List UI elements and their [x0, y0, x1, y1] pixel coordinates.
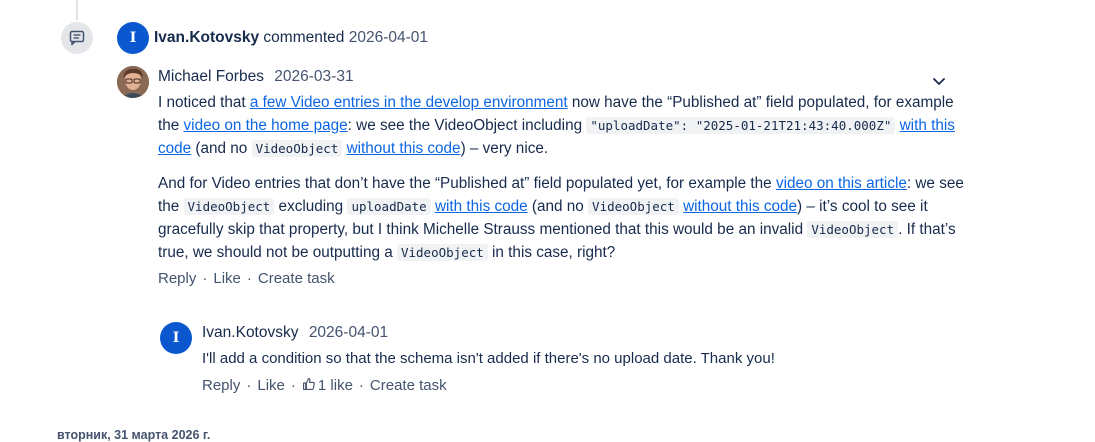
like-button[interactable]: Like [213, 270, 241, 287]
comment-header: Michael Forbes 2026-03-31 [158, 68, 354, 86]
reply-body: I'll add a condition so that the schema … [202, 350, 775, 367]
link[interactable]: with this code [435, 198, 528, 215]
link[interactable]: without this code [683, 198, 797, 215]
text: : we see the VideoObject including [347, 117, 587, 134]
comment-icon [61, 22, 93, 54]
link[interactable]: video on the home page [184, 117, 348, 134]
event-date: 2026-04-01 [348, 29, 429, 46]
text: And for Video entries that don’t have th… [158, 175, 776, 192]
reply-actions: Reply · Like · 1 like · Create task [202, 377, 447, 394]
reply-header: Ivan.Kotovsky 2026-04-01 [202, 324, 388, 342]
reply-author[interactable]: Ivan.Kotovsky [202, 324, 299, 341]
text: in this case, right? [487, 244, 616, 261]
avatar[interactable] [117, 66, 149, 98]
inline-code: VideoObject [183, 198, 275, 215]
create-task-button[interactable]: Create task [370, 377, 447, 394]
link[interactable]: video on this article [776, 175, 907, 192]
like-count-text: 1 like [317, 377, 353, 394]
reply-date: 2026-04-01 [308, 324, 389, 341]
inline-code: VideoObject [396, 244, 488, 261]
text: ) – very nice. [460, 140, 549, 157]
separator: · [358, 377, 364, 394]
separator: · [246, 377, 252, 394]
comment-author[interactable]: Michael Forbes [158, 68, 264, 85]
inline-code: VideoObject [807, 221, 899, 238]
comment-date: 2026-03-31 [274, 68, 354, 85]
timeline-line [76, 0, 78, 20]
text: (and no [527, 198, 589, 215]
create-task-button[interactable]: Create task [258, 270, 335, 287]
comment-paragraph: And for Video entries that don’t have th… [158, 172, 968, 264]
comment-paragraph: I noticed that a few Video entries in th… [158, 91, 968, 160]
separator: · [290, 377, 296, 394]
thumbs-up-icon [302, 377, 315, 390]
comment-body: I noticed that a few Video entries in th… [158, 91, 968, 276]
event-verb: commented [263, 29, 345, 46]
reply-button[interactable]: Reply [158, 270, 196, 287]
text: I noticed that [158, 94, 250, 111]
comment-actions: Reply · Like · Create task [158, 270, 335, 287]
chevron-down-icon[interactable] [930, 72, 948, 90]
avatar[interactable]: I [117, 22, 149, 54]
reply-button[interactable]: Reply [202, 377, 240, 394]
inline-code: "uploadDate": "2025-01-21T21:43:40.000Z" [586, 117, 896, 134]
separator: · [246, 270, 252, 287]
text: (and no [191, 140, 252, 157]
separator: · [202, 270, 208, 287]
like-count[interactable]: 1 like [302, 377, 353, 394]
text: excluding [274, 198, 348, 215]
inline-code: VideoObject [251, 140, 343, 157]
avatar[interactable]: I [160, 322, 192, 354]
like-button[interactable]: Like [257, 377, 285, 394]
event-author[interactable]: Ivan.Kotovsky [154, 29, 259, 46]
link[interactable]: a few Video entries in the develop envir… [250, 94, 568, 111]
inline-code: uploadDate [347, 198, 431, 215]
inline-code: VideoObject [588, 198, 679, 215]
link[interactable]: without this code [347, 140, 461, 157]
event-header: Ivan.Kotovsky commented 2026-04-01 [154, 29, 428, 47]
